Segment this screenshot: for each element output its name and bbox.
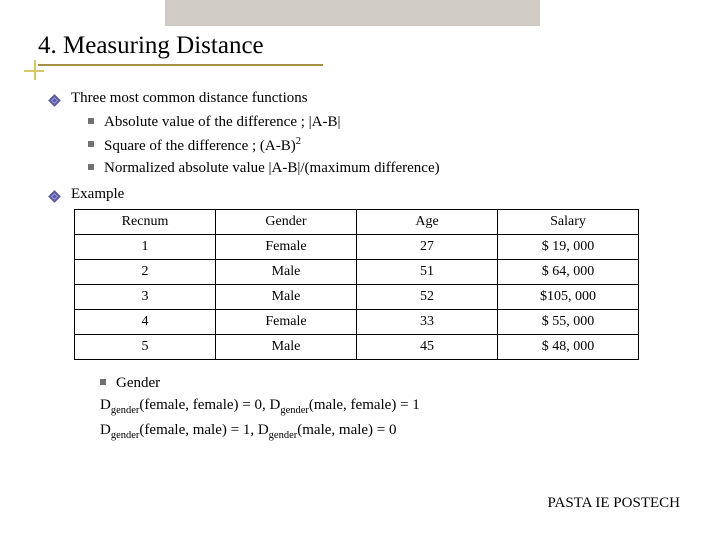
bullet-2: Example <box>50 186 680 203</box>
title-block: 4. Measuring Distance <box>38 32 323 66</box>
footer-text: PASTA IE POSTECH <box>548 495 680 512</box>
content-area: Three most common distance functions Abs… <box>50 90 680 444</box>
diamond-icon <box>48 190 61 203</box>
bullet-2-text: Example <box>71 186 124 203</box>
example-table: RecnumGenderAgeSalary 1Female27$ 19, 000… <box>74 209 639 360</box>
th-recnum: Recnum <box>75 209 216 234</box>
gender-line-2: Dgender(female, male) = 1, Dgender(male,… <box>100 419 680 444</box>
sub-1a-text: Absolute value of the difference ; |A-B| <box>104 111 340 134</box>
gender-line-1: Dgender(female, female) = 0, Dgender(mal… <box>100 394 680 419</box>
th-gender: Gender <box>216 209 357 234</box>
bullet-1: Three most common distance functions <box>50 90 680 107</box>
sub-1b-text: Square of the difference ; (A-B)2 <box>104 134 301 158</box>
table-row: 3Male52$105, 000 <box>75 284 639 309</box>
square-icon <box>88 141 94 147</box>
top-accent-bar <box>165 0 540 26</box>
diamond-icon <box>48 94 61 107</box>
square-icon <box>88 164 94 170</box>
slide-title: 4. Measuring Distance <box>38 32 323 60</box>
table-row: 1Female27$ 19, 000 <box>75 234 639 259</box>
table-row: 2Male51$ 64, 000 <box>75 259 639 284</box>
sub-1a: Absolute value of the difference ; |A-B| <box>88 111 680 134</box>
sub-1c: Normalized absolute value |A-B|/(maximum… <box>88 157 680 180</box>
sub-1b: Square of the difference ; (A-B)2 <box>88 134 680 158</box>
gender-label: Gender <box>116 372 160 395</box>
bullet-1-text: Three most common distance functions <box>71 90 308 107</box>
gender-label-row: Gender <box>100 372 680 395</box>
sub-list-1: Absolute value of the difference ; |A-B|… <box>88 111 680 180</box>
square-icon <box>100 379 106 385</box>
table-row: 4Female33$ 55, 000 <box>75 309 639 334</box>
table-row: 5Male45$ 48, 000 <box>75 334 639 359</box>
gender-distance-block: Gender Dgender(female, female) = 0, Dgen… <box>100 372 680 444</box>
title-underline <box>38 64 323 66</box>
th-salary: Salary <box>498 209 639 234</box>
square-icon <box>88 118 94 124</box>
table-row: RecnumGenderAgeSalary <box>75 209 639 234</box>
sub-1c-text: Normalized absolute value |A-B|/(maximum… <box>104 157 440 180</box>
th-age: Age <box>357 209 498 234</box>
